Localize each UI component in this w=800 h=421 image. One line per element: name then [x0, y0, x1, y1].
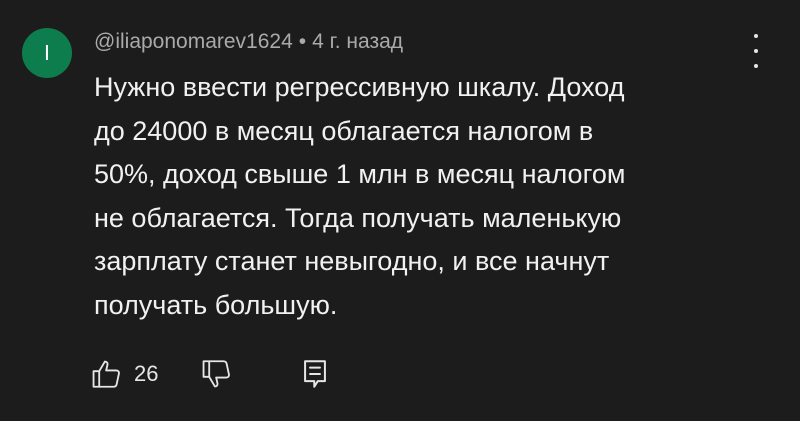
comment-text: Нужно ввести регрессивную шкалу. Доход д…: [94, 66, 734, 327]
more-vertical-icon[interactable]: [746, 34, 766, 68]
thumbs-down-icon: [200, 357, 234, 391]
like-button[interactable]: 26: [90, 356, 158, 392]
header-separator: •: [298, 30, 307, 53]
comment-header: @iliaponomarev1624 • 4 г. назад: [94, 28, 403, 56]
reply-button[interactable]: [300, 356, 330, 392]
comment-text-line: 50%, доход свыше 1 млн в месяц налогом: [94, 159, 626, 189]
comment-actions: 26: [90, 356, 390, 396]
menu-dot: [754, 49, 758, 53]
author-handle[interactable]: @iliaponomarev1624: [94, 30, 293, 53]
reply-comment-icon: [300, 357, 330, 391]
comment-text-line: Нужно ввести регрессивную шкалу. Доход: [94, 72, 625, 102]
dislike-button[interactable]: [200, 356, 234, 392]
like-count: 26: [134, 361, 159, 386]
menu-dot: [754, 34, 758, 38]
comment-text-line: получать большую.: [94, 289, 338, 320]
comment-text-line: до 24000 в месяц облагается налогом в: [94, 115, 594, 146]
thumbs-up-icon: [90, 357, 124, 391]
comment-timestamp[interactable]: 4 г. назад: [312, 30, 403, 53]
comment-text-line: зарплату станет невыгодно, и все начнут: [94, 246, 610, 276]
avatar-letter: I: [44, 41, 50, 65]
comment-text-line: не облагается. Тогда получать маленькую: [94, 202, 622, 233]
comment: I @iliaponomarev1624 • 4 г. назад Нужно вв…: [0, 0, 800, 421]
menu-dot: [754, 64, 758, 68]
avatar[interactable]: I: [22, 28, 72, 78]
